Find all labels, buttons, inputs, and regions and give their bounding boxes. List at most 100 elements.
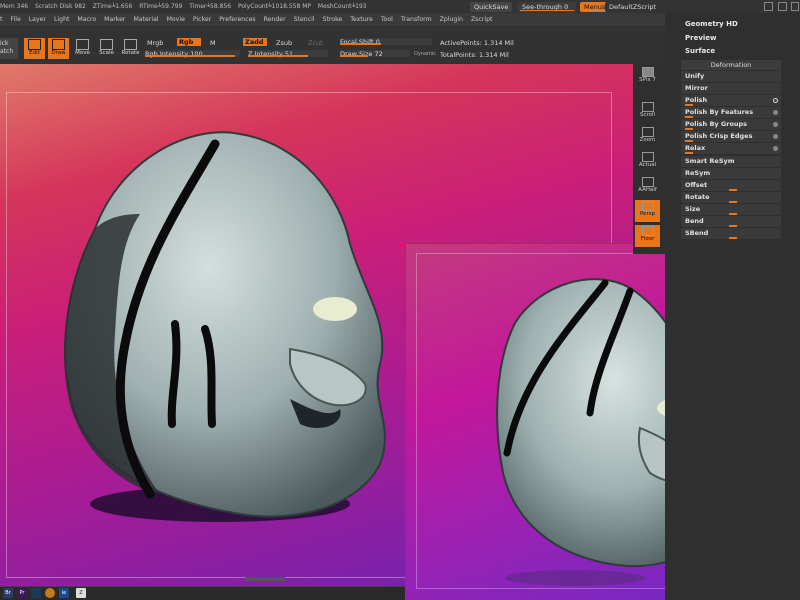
- mirror-button[interactable]: Mirror: [681, 83, 781, 94]
- sbend-slider[interactable]: SBend: [681, 228, 781, 239]
- rgb-intensity-slider[interactable]: Rgb Intensity 100: [145, 50, 240, 58]
- polish-by-groups-label: Polish By Groups: [685, 120, 748, 128]
- polish-crisp-edges-toggle[interactable]: [773, 134, 778, 139]
- rotate-icon: [124, 39, 137, 50]
- zoom-label: Zoom: [639, 137, 656, 143]
- menu-zplugin[interactable]: Zplugin: [440, 16, 463, 23]
- scroll-button[interactable]: Scroll: [635, 101, 660, 123]
- script-button[interactable]: DefaultZScript: [605, 2, 661, 12]
- offset-slider[interactable]: Offset: [681, 180, 781, 191]
- polish-slider[interactable]: Polish: [681, 95, 781, 106]
- polish-crisp-edges-slider[interactable]: Polish Crisp Edges: [681, 131, 781, 142]
- browser-icon[interactable]: [45, 588, 55, 598]
- m-button[interactable]: M: [210, 39, 216, 47]
- focal-shift-fill: [340, 43, 382, 45]
- ie-icon[interactable]: ie: [59, 588, 69, 598]
- menu-movie[interactable]: Movie: [167, 16, 185, 23]
- quicksave-button[interactable]: QuickSave: [470, 2, 513, 12]
- floor-button[interactable]: Floor: [635, 225, 660, 247]
- zcut-button[interactable]: Zcut: [308, 39, 323, 47]
- relax-toggle[interactable]: [773, 146, 778, 151]
- menu-macro[interactable]: Macro: [77, 16, 96, 23]
- zoom-button[interactable]: Zoom: [635, 126, 660, 148]
- resym-button[interactable]: ReSym: [681, 168, 781, 179]
- rgb-button[interactable]: Rgb: [177, 38, 201, 46]
- rotate-button[interactable]: Rotate: [120, 38, 141, 59]
- bridge-app-icon[interactable]: Br: [3, 588, 13, 598]
- mem-readout: Mem 346: [0, 3, 29, 10]
- total-points-readout: TotalPoints: 1.314 Mil: [440, 51, 509, 59]
- smart-resym-button[interactable]: Smart ReSym: [681, 156, 781, 167]
- persp-button[interactable]: Persp: [635, 200, 660, 222]
- actual-button[interactable]: Actual: [635, 151, 660, 173]
- quick-sketch-button[interactable]: ick atch: [0, 38, 18, 59]
- move-button[interactable]: Move: [72, 38, 93, 59]
- menu-render[interactable]: Render: [264, 16, 286, 23]
- mrgb-button[interactable]: Mrgb: [147, 39, 163, 47]
- zsub-button[interactable]: Zsub: [276, 39, 292, 47]
- rtime-readout: RTime┶59.799: [139, 3, 183, 10]
- unify-button[interactable]: Unify: [681, 71, 781, 82]
- close-icon[interactable]: [791, 2, 799, 11]
- surface-button[interactable]: Surface: [685, 47, 715, 55]
- menu-tool[interactable]: Tool: [381, 16, 393, 23]
- relax-label: Relax: [685, 144, 706, 152]
- see-through-slider[interactable]: See-through 0: [518, 2, 576, 12]
- rotate-slider[interactable]: Rotate: [681, 192, 781, 203]
- dynamic-button[interactable]: Dynamic: [414, 51, 436, 57]
- maximize-icon[interactable]: [778, 2, 787, 11]
- aahalf-button[interactable]: AAHalf: [635, 176, 660, 198]
- deformation-header[interactable]: Deformation: [681, 60, 781, 70]
- draw-button[interactable]: Draw: [48, 38, 69, 59]
- geometry-hd-button[interactable]: Geometry HD: [685, 20, 738, 28]
- draw-icon: [52, 39, 65, 50]
- menu-light[interactable]: Light: [54, 16, 69, 23]
- move-icon: [76, 39, 89, 50]
- status-bar: Mem 346 Scratch Disk 982 ZTime┶1.656 RTi…: [0, 0, 800, 13]
- menu-transform[interactable]: Transform: [401, 16, 432, 23]
- zbrush-app-icon[interactable]: Z: [76, 588, 86, 598]
- preview-button[interactable]: Preview: [685, 34, 717, 42]
- spix-button[interactable]: SPix 7: [635, 66, 660, 88]
- sbend-label: SBend: [685, 229, 709, 237]
- scroll-label: Scroll: [639, 112, 656, 118]
- focal-shift-slider[interactable]: Focal Shift 0: [340, 38, 432, 46]
- active-points-readout: ActivePoints: 1.314 Mil: [440, 39, 514, 47]
- scroll-icon: [641, 102, 654, 112]
- edit-button[interactable]: Edit: [24, 38, 45, 59]
- canvas-bottom-handle[interactable]: [245, 577, 285, 581]
- polish-by-groups-slider[interactable]: Polish By Groups: [681, 119, 781, 130]
- menu-material[interactable]: Material: [133, 16, 158, 23]
- bend-slider[interactable]: Bend: [681, 216, 781, 227]
- polish-crisp-edges-fill: [685, 140, 693, 142]
- polish-by-features-toggle[interactable]: [773, 110, 778, 115]
- meshcount-readout: MeshCount┶193: [317, 3, 367, 10]
- size-slider[interactable]: Size: [681, 204, 781, 215]
- unify-label: Unify: [685, 72, 705, 80]
- menu-stroke[interactable]: Stroke: [323, 16, 343, 23]
- menu-stencil[interactable]: Stencil: [294, 16, 315, 23]
- menu-texture[interactable]: Texture: [350, 16, 373, 23]
- premiere-app-icon[interactable]: Pr: [17, 588, 27, 598]
- menu-preferences[interactable]: Preferences: [219, 16, 255, 23]
- menu-zscript[interactable]: Zscript: [471, 16, 492, 23]
- draw-size-fill: [340, 55, 368, 57]
- menu-file[interactable]: File: [10, 16, 20, 23]
- draw-size-slider[interactable]: Draw Size 72: [340, 50, 410, 58]
- relax-slider[interactable]: Relax: [681, 143, 781, 154]
- zadd-button[interactable]: Zadd: [243, 38, 267, 46]
- menu-item[interactable]: t: [0, 16, 2, 23]
- polish-by-groups-toggle[interactable]: [773, 122, 778, 127]
- app-icon[interactable]: [31, 588, 41, 598]
- relax-fill: [685, 152, 693, 154]
- menu-layer[interactable]: Layer: [29, 16, 46, 23]
- menu-picker[interactable]: Picker: [193, 16, 211, 23]
- scale-label: Scale: [99, 50, 114, 56]
- scale-button[interactable]: Scale: [96, 38, 117, 59]
- polish-toggle[interactable]: [773, 98, 778, 103]
- move-label: Move: [75, 50, 90, 56]
- menu-marker[interactable]: Marker: [104, 16, 125, 23]
- z-intensity-slider[interactable]: Z Intensity 51: [248, 50, 328, 58]
- minimize-icon[interactable]: [764, 2, 773, 11]
- polish-by-features-slider[interactable]: Polish By Features: [681, 107, 781, 118]
